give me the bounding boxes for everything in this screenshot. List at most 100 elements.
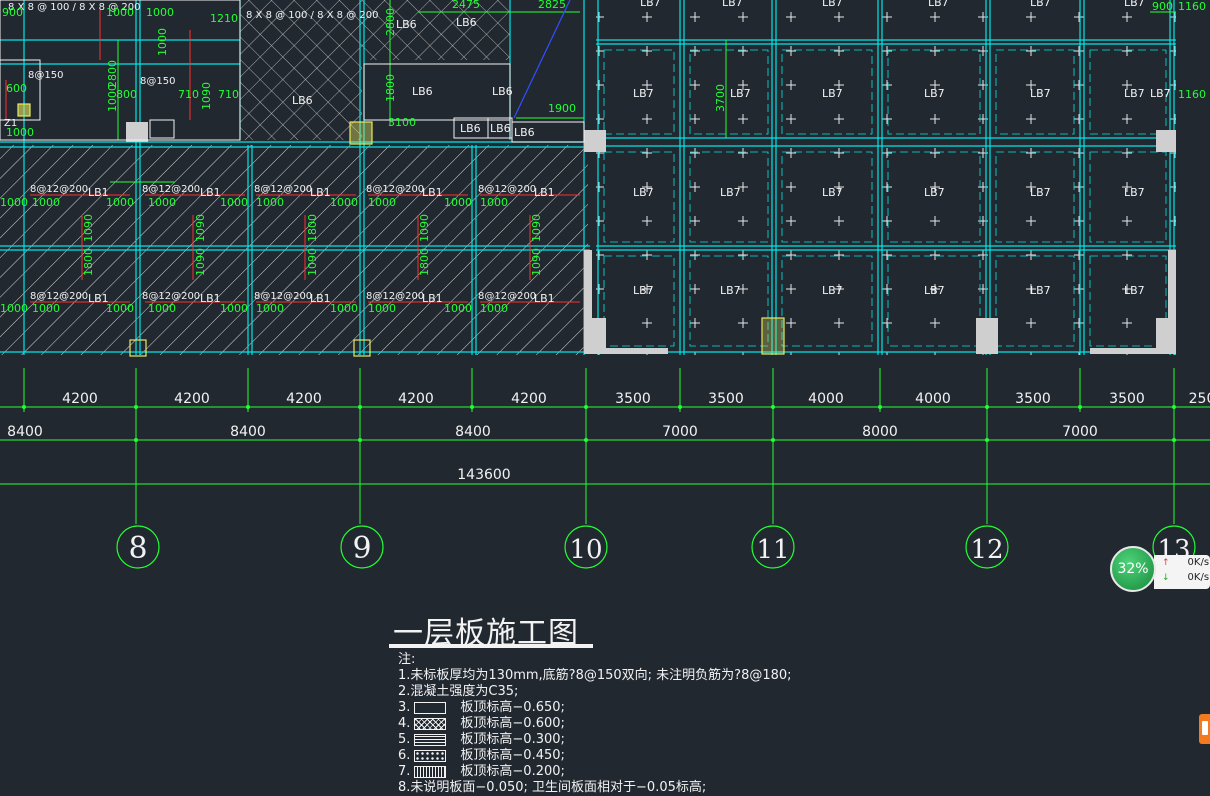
plan-dim: 1000 [444,302,472,315]
plan-dim: 1000 [148,196,176,209]
plan-dim: 1000 [480,196,508,209]
dim-row2: 7000 [1062,424,1098,440]
plan-dim: 1000 [32,196,60,209]
note-number: 5. [398,732,411,747]
slab-label: LB1 [422,292,443,305]
dim-row1: 250 [1189,391,1210,407]
slab-label: LB7 [1030,87,1051,100]
plan-dim: 1000 [444,196,472,209]
slab-label: LB7 [822,284,843,297]
hatch-legend-icon [414,734,447,746]
axis-label-12: 12 [970,535,1003,565]
dim-row1: 4200 [511,391,547,407]
slab-label: LB7 [720,284,741,297]
plan-dim: 1000 [220,196,248,209]
plan-fragment-text: 8 X 8 @ 100 / 8 X 8 @ 200 [246,10,378,21]
dim-row2: 8400 [455,424,491,440]
note-text: 板顶标高−0.450; [460,748,565,763]
dim-row2: 8400 [7,424,43,440]
hatch-legend-icon [414,718,447,730]
slab-label: LB7 [640,0,661,9]
slab-label: LB7 [730,87,751,100]
plan-dim: 600 [6,82,27,95]
slab-label: LB6 [396,18,417,31]
slab-label: LB1 [200,292,221,305]
slab-label: LB7 [924,87,945,100]
plan-dim: 1090 [418,214,431,242]
note-text: 混凝土强度为C35; [410,684,519,699]
blue-diagonal [513,0,571,119]
slab-label: LB1 [310,292,331,305]
axis-labels: 8 9 10 11 12 13 [128,531,1190,566]
hatch-legend-icon [414,750,447,762]
plan-dim: 1090 [194,248,207,276]
plan-dim: 1000 [156,28,169,56]
note-number: 8. [398,780,411,795]
hatch-legend-icon [414,702,447,714]
hatch-legend-icon [414,766,447,778]
plan-dim: 1090 [194,214,207,242]
plan-dim: 1000 [106,196,134,209]
slab-label: LB1 [200,186,221,199]
rebar-label: 8@12@200 [366,291,424,302]
slab-label: LB7 [720,186,741,199]
dim-row2: 7000 [662,424,698,440]
rebar-label: 8@12@200 [142,184,200,195]
note-line-1: 1. 未标板厚均为130mm,底筋?8@150双向; 未注明负筋为?8@180; [398,668,792,684]
rebar-label: 8@12@200 [254,184,312,195]
dim-row1: 4000 [808,391,844,407]
note-line-7: 7. 板顶标高−0.200; [398,764,792,780]
plan-dim: 1000 [220,302,248,315]
dimension-text: 4200 4200 4200 4200 4200 3500 3500 4000 … [7,391,1210,483]
axis-label-11: 11 [756,535,789,565]
plan-dim: 1160 [1178,88,1206,101]
note-number: 1. [398,668,411,683]
download-arrow-icon: ↓ [1162,572,1170,583]
note-line-4: 4. 板顶标高−0.600; [398,716,792,732]
plan-dim: 900 [1152,0,1173,13]
notes-marker: 注: [398,652,792,668]
plan-dim: 2475 [452,0,480,11]
slab-label: LB7 [633,186,654,199]
plan-dim: 1000 [6,126,34,139]
dim-total: 143600 [457,467,510,483]
slab-label: LB7 [928,0,949,9]
rebar-label: 8@12@200 [142,291,200,302]
dim-row1: 4200 [174,391,210,407]
note-text: 板顶标高−0.200; [460,764,565,779]
slab-label: LB7 [1030,284,1051,297]
note-text: 板顶标高−0.600; [460,716,565,731]
slab-label: LB7 [1124,87,1145,100]
slab-label: LB7 [722,0,743,9]
axis-label-9: 9 [352,531,371,566]
plan-dim: 2800 [106,60,119,88]
dim-row1: 4200 [62,391,98,407]
slab-label: LB1 [422,186,443,199]
plan-dim: 1000 [368,302,396,315]
grid-slab-region [596,0,1176,355]
drawing-notes: 注: 1. 未标板厚均为130mm,底筋?8@150双向; 未注明负筋为?8@18… [398,652,792,796]
note-text: 板顶标高−0.300; [460,732,565,747]
slab-label: LB7 [924,186,945,199]
network-speed-widget[interactable]: ↑ 0K/s ↓ 0K/s 32% [1110,545,1210,593]
slab-label: LB7 [1124,284,1145,297]
side-toolbar-tab[interactable] [1199,714,1210,744]
memory-percent: 32% [1117,561,1149,577]
note-number: 2. [398,684,411,699]
slab-label: LB1 [534,186,555,199]
speed-panel: ↑ 0K/s ↓ 0K/s [1154,555,1210,589]
plan-dim: 1800 [306,214,319,242]
slab-label: LB6 [492,85,513,98]
rebar-label: 8@150 [140,76,175,87]
dim-row1: 4200 [398,391,434,407]
title-underline [389,644,593,648]
note-line-5: 5. 板顶标高−0.300; [398,732,792,748]
note-text: 未标板厚均为130mm,底筋?8@150双向; 未注明负筋为?8@180; [410,668,792,683]
dim-row2: 8400 [230,424,266,440]
memory-percent-badge[interactable]: 32% [1110,546,1156,592]
slab-label: LB7 [633,284,654,297]
plan-dim: 3700 [714,84,727,112]
rebar-label: 8@150 [28,70,63,81]
plan-dim: 1000 [106,6,134,19]
plan-dim: 1000 [330,302,358,315]
